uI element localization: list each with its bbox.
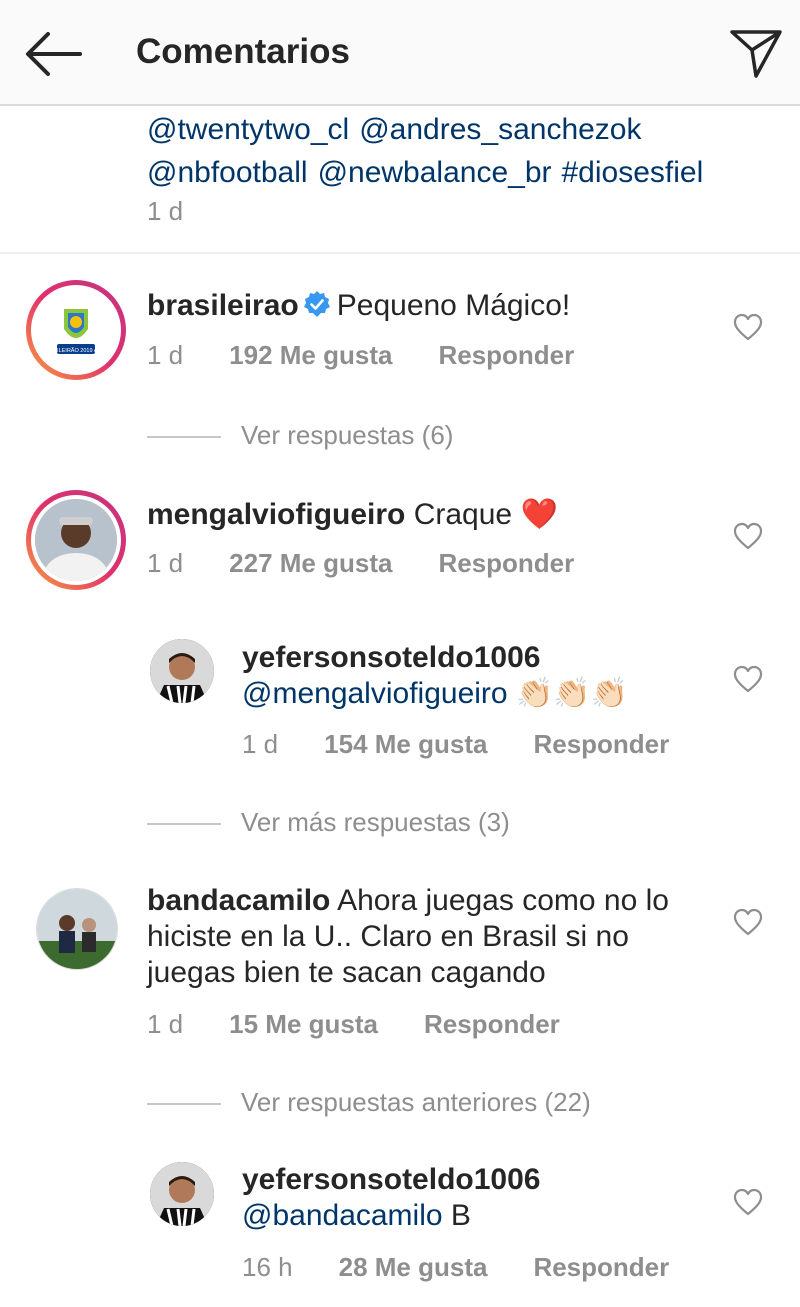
- avatar[interactable]: BRASILEIRÃO 2019 ASSAÍ: [26, 280, 126, 380]
- view-replies-label: Ver respuestas (6): [241, 420, 454, 450]
- brasileirao-logo: BRASILEIRÃO 2019 ASSAÍ: [35, 289, 117, 371]
- likes-count[interactable]: 154 Me gusta: [324, 729, 487, 759]
- caption-tag[interactable]: @andres_sanchezok: [359, 113, 641, 146]
- clap-emoji: 👏🏻👏🏻👏🏻: [515, 677, 628, 710]
- top-bar: Comentarios: [0, 0, 800, 106]
- likes-count[interactable]: 227 Me gusta: [229, 548, 392, 578]
- like-heart-icon[interactable]: [733, 313, 763, 341]
- view-previous-replies-button[interactable]: Ver respuestas anteriores (22): [147, 1087, 591, 1118]
- comment-username[interactable]: mengalviofigueiro: [147, 498, 405, 531]
- mention-link[interactable]: @bandacamilo: [242, 1199, 443, 1232]
- like-heart-icon[interactable]: [733, 665, 763, 693]
- comment-username[interactable]: bandacamilo: [147, 884, 330, 917]
- view-replies-button[interactable]: Ver respuestas (6): [147, 420, 453, 451]
- reply-button[interactable]: Responder: [438, 340, 574, 370]
- comment-meta: 1 d 227 Me gusta Responder: [147, 548, 574, 579]
- comment-body: brasileirao Pequeno Mágico!: [147, 288, 707, 327]
- comment-body: mengalviofigueiro Craque ❤️: [147, 497, 707, 533]
- thread-line: [147, 823, 221, 826]
- like-heart-icon[interactable]: [733, 522, 763, 550]
- verified-badge-icon: [303, 290, 331, 327]
- caption-timestamp: 1 d: [147, 196, 184, 226]
- thread-line: [147, 436, 221, 439]
- caption-tag[interactable]: @newbalance_br: [318, 156, 552, 189]
- like-heart-icon[interactable]: [733, 908, 763, 936]
- view-more-replies-button[interactable]: Ver más respuestas (3): [147, 807, 510, 838]
- caption-tag[interactable]: @nbfootball: [147, 156, 308, 189]
- comment-meta: 1 d 192 Me gusta Responder: [147, 340, 574, 371]
- caption-tag[interactable]: @twentytwo_cl: [147, 113, 349, 146]
- logo-text: BRASILEIRÃO 2019 ASSAÍ: [42, 347, 110, 354]
- mention-link[interactable]: @mengalviofigueiro: [242, 677, 508, 710]
- reply-button[interactable]: Responder: [533, 1252, 669, 1282]
- avatar[interactable]: [36, 888, 118, 970]
- comment-timestamp: 1 d: [147, 548, 184, 578]
- back-arrow-icon[interactable]: [22, 28, 84, 80]
- avatar[interactable]: [150, 1162, 214, 1226]
- comment-text: B: [450, 1199, 471, 1232]
- comment-timestamp: 1 d: [147, 1009, 184, 1039]
- likes-count[interactable]: 192 Me gusta: [229, 340, 392, 370]
- divider: [0, 252, 800, 254]
- avatar[interactable]: [26, 490, 126, 590]
- view-replies-label: Ver más respuestas (3): [241, 807, 510, 837]
- comment-username[interactable]: yefersonsoteldo1006: [242, 1163, 540, 1196]
- caption-tag[interactable]: #diosesfiel: [562, 156, 704, 189]
- comment-timestamp: 16 h: [242, 1252, 293, 1282]
- comment-username[interactable]: brasileirao: [147, 289, 299, 322]
- reply-body: yefersonsoteldo1006 @bandacamilo B: [242, 1162, 712, 1234]
- heart-emoji: ❤️: [520, 498, 558, 531]
- post-caption: @twentytwo_cl @andres_sanchezok @nbfootba…: [147, 108, 767, 194]
- thread-line: [147, 1103, 221, 1106]
- view-replies-label: Ver respuestas anteriores (22): [241, 1087, 591, 1117]
- reply-button[interactable]: Responder: [533, 729, 669, 759]
- like-heart-icon[interactable]: [733, 1188, 763, 1216]
- direct-send-icon[interactable]: [728, 26, 784, 82]
- comment-text: Craque: [413, 498, 513, 531]
- reply-button[interactable]: Responder: [424, 1009, 560, 1039]
- comment-meta: 16 h 28 Me gusta Responder: [242, 1252, 669, 1283]
- reply-button[interactable]: Responder: [438, 548, 574, 578]
- comment-username[interactable]: yefersonsoteldo1006: [242, 641, 540, 674]
- avatar[interactable]: [150, 639, 214, 703]
- comment-meta: 1 d 15 Me gusta Responder: [147, 1009, 560, 1040]
- comment-meta: 1 d 154 Me gusta Responder: [242, 729, 669, 760]
- likes-count[interactable]: 15 Me gusta: [229, 1009, 378, 1039]
- comment-timestamp: 1 d: [147, 340, 184, 370]
- likes-count[interactable]: 28 Me gusta: [339, 1252, 488, 1282]
- page-title: Comentarios: [136, 32, 350, 71]
- comment-text: Pequeno Mágico!: [336, 289, 571, 322]
- profile-photo: [35, 499, 117, 581]
- comment-timestamp: 1 d: [242, 729, 279, 759]
- comment-body: bandacamilo Ahora juegas como no lo hici…: [147, 883, 697, 991]
- reply-body: yefersonsoteldo1006 @mengalviofigueiro 👏…: [242, 640, 712, 712]
